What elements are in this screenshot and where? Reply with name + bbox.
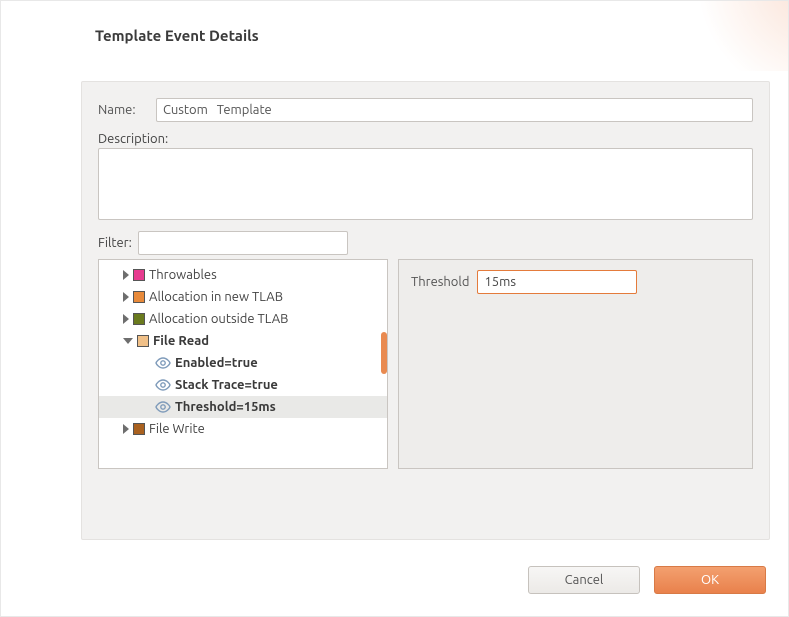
tree-item-label: File Read (153, 334, 209, 348)
category-color-icon (137, 335, 149, 347)
tree-property-item[interactable]: Threshold=15ms (99, 396, 387, 418)
chevron-down-icon[interactable] (123, 338, 133, 344)
eye-icon (155, 401, 171, 413)
cancel-button[interactable]: Cancel (528, 566, 640, 594)
tree-item-label: Throwables (149, 268, 217, 282)
tree-category-item[interactable]: File Write (99, 418, 387, 440)
tree-item-label: Stack Trace=true (175, 378, 278, 392)
filter-label: Filter: (98, 236, 132, 250)
ok-button[interactable]: OK (654, 566, 766, 594)
tree-property-item[interactable]: Stack Trace=true (99, 374, 387, 396)
category-color-icon (133, 269, 145, 281)
tree-category-item[interactable]: Allocation in new TLAB (99, 286, 387, 308)
filter-input[interactable] (138, 231, 348, 255)
header-decoration (638, 1, 788, 71)
category-color-icon (133, 291, 145, 303)
threshold-label: Threshold (411, 275, 469, 289)
description-label: Description: (98, 132, 168, 146)
chevron-right-icon[interactable] (123, 424, 129, 434)
tree-item-label: File Write (149, 422, 205, 436)
category-color-icon (133, 313, 145, 325)
event-tree[interactable]: Throwables Allocation in new TLAB Allocati… (98, 259, 388, 469)
tree-category-item[interactable]: Allocation outside TLAB (99, 308, 387, 330)
tree-category-item[interactable]: Throwables (99, 264, 387, 286)
tree-item-label: Allocation outside TLAB (149, 312, 288, 326)
category-color-icon (133, 423, 145, 435)
tree-item-label: Threshold=15ms (175, 400, 276, 414)
tree-item-label: Allocation in new TLAB (149, 290, 283, 304)
name-label: Name: (98, 103, 148, 117)
tree-scrollbar-thumb[interactable] (381, 332, 387, 374)
tree-category-item[interactable]: File Read (99, 330, 387, 352)
property-editor-panel: Threshold (398, 259, 753, 469)
description-textarea[interactable] (98, 148, 753, 220)
content-panel: Name: Description: Filter: Throwables All… (81, 81, 770, 540)
chevron-right-icon[interactable] (123, 314, 129, 324)
tree-item-label: Enabled=true (175, 356, 258, 370)
chevron-right-icon[interactable] (123, 270, 129, 280)
eye-icon (155, 357, 171, 369)
tree-property-item[interactable]: Enabled=true (99, 352, 387, 374)
eye-icon (155, 379, 171, 391)
threshold-input[interactable] (477, 270, 637, 294)
name-input[interactable] (156, 98, 753, 122)
chevron-right-icon[interactable] (123, 292, 129, 302)
